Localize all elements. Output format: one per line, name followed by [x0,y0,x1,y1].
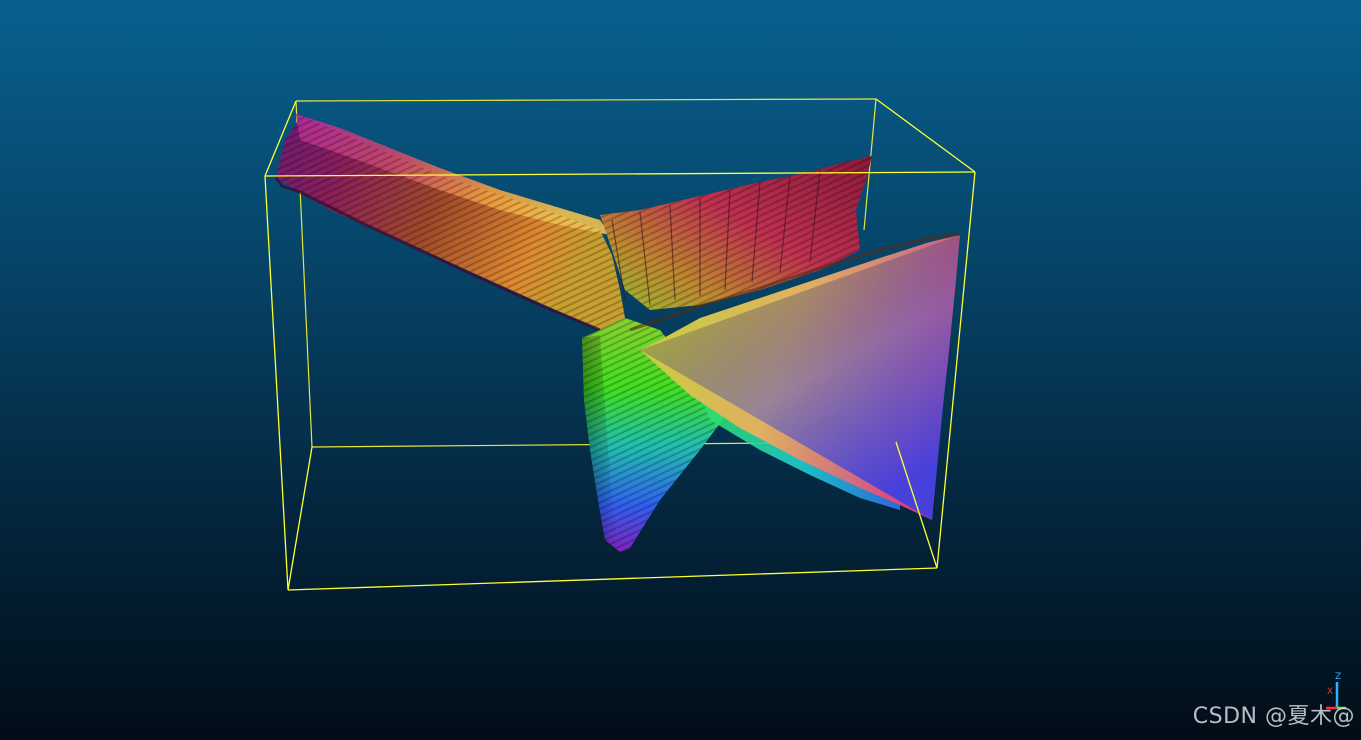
mesh-left-wing [274,112,625,332]
z-axis-label: Z [1335,672,1341,682]
3d-scene[interactable] [0,0,1361,740]
point-cloud-viewer[interactable]: Z X CSDN @夏木@ [0,0,1361,740]
watermark-text: CSDN @夏木@ [1192,704,1355,729]
x-axis-label: X [1327,687,1333,697]
